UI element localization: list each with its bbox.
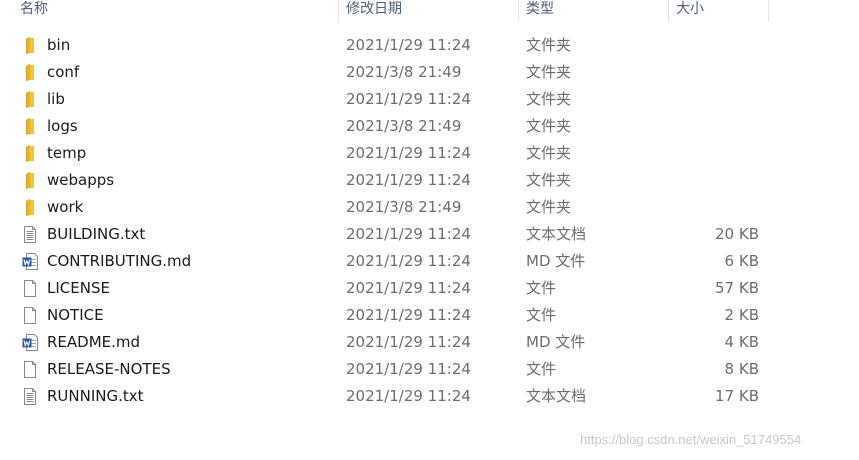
file-row[interactable]: NOTICE 2021/1/29 11:24 文件 2 KB (0, 302, 800, 329)
file-row[interactable]: bin 2021/1/29 11:24 文件夹 (0, 32, 800, 59)
file-date: 2021/3/8 21:49 (346, 117, 462, 135)
file-date: 2021/1/29 11:24 (346, 306, 471, 324)
file-date: 2021/1/29 11:24 (346, 36, 471, 54)
file-date: 2021/1/29 11:24 (346, 360, 471, 378)
blank-file-icon (22, 360, 38, 379)
watermark: https://blog.csdn.net/weixin_51749554 (580, 432, 802, 447)
file-date: 2021/1/29 11:24 (346, 333, 471, 351)
file-row[interactable]: lib 2021/1/29 11:24 文件夹 (0, 86, 800, 113)
file-type: 文件夹 (526, 117, 572, 135)
file-date: 2021/1/29 11:24 (346, 90, 471, 108)
column-header-size[interactable]: 大小 (676, 0, 704, 22)
file-type: 文件夹 (526, 144, 572, 162)
blank-file-icon (22, 306, 38, 325)
word-document-icon (22, 252, 38, 271)
file-type: 文件夹 (526, 36, 572, 54)
column-divider[interactable] (668, 0, 669, 22)
file-date: 2021/1/29 11:24 (346, 252, 471, 270)
file-row[interactable]: RUNNING.txt 2021/1/29 11:24 文本文档 17 KB (0, 383, 800, 410)
text-file-icon (22, 225, 38, 244)
file-name: lib (47, 90, 65, 108)
file-date: 2021/1/29 11:24 (346, 387, 471, 405)
column-header-date[interactable]: 修改日期 (346, 0, 402, 22)
file-size: 17 KB (715, 387, 759, 405)
file-row[interactable]: webapps 2021/1/29 11:24 文件夹 (0, 167, 800, 194)
file-date: 2021/1/29 11:24 (346, 279, 471, 297)
file-name: work (47, 198, 84, 216)
folder-icon (22, 171, 38, 190)
file-size: 6 KB (724, 252, 759, 270)
file-size: 20 KB (715, 225, 759, 243)
column-header-bar: 名称 修改日期 类型 大小 (0, 0, 859, 22)
file-date: 2021/1/29 11:24 (346, 225, 471, 243)
file-type: 文本文档 (526, 387, 587, 405)
file-size: 8 KB (724, 360, 759, 378)
folder-icon (22, 198, 38, 217)
file-name: logs (47, 117, 78, 135)
column-divider[interactable] (338, 0, 339, 22)
file-size (640, 140, 759, 167)
file-name: temp (47, 144, 87, 162)
file-size (640, 194, 759, 221)
file-size (640, 59, 759, 86)
file-row[interactable]: BUILDING.txt 2021/1/29 11:24 文本文档 20 KB (0, 221, 800, 248)
file-row[interactable]: work 2021/3/8 21:49 文件夹 (0, 194, 800, 221)
column-header-type[interactable]: 类型 (526, 0, 554, 22)
file-name: conf (47, 63, 80, 81)
file-row[interactable]: temp 2021/1/29 11:24 文件夹 (0, 140, 800, 167)
file-size (640, 86, 759, 113)
file-date: 2021/1/29 11:24 (346, 144, 471, 162)
file-type: MD 文件 (526, 333, 586, 351)
file-type: 文件夹 (526, 171, 572, 189)
file-type: 文件 (526, 306, 557, 324)
word-document-icon (22, 333, 38, 352)
text-file-icon (22, 387, 38, 406)
file-row[interactable]: conf 2021/3/8 21:49 文件夹 (0, 59, 800, 86)
file-type: 文件夹 (526, 90, 572, 108)
file-row[interactable]: RELEASE-NOTES 2021/1/29 11:24 文件 8 KB (0, 356, 800, 383)
column-divider[interactable] (768, 0, 769, 22)
file-size: 4 KB (724, 333, 759, 351)
file-type: 文件夹 (526, 63, 572, 81)
file-name: CONTRIBUTING.md (47, 252, 192, 270)
file-type: MD 文件 (526, 252, 586, 270)
file-date: 2021/3/8 21:49 (346, 198, 462, 216)
file-name: README.md (47, 333, 141, 351)
folder-icon (22, 90, 38, 109)
file-row[interactable]: README.md 2021/1/29 11:24 MD 文件 4 KB (0, 329, 800, 356)
column-header-name[interactable]: 名称 (20, 0, 48, 22)
file-row[interactable]: LICENSE 2021/1/29 11:24 文件 57 KB (0, 275, 800, 302)
file-row[interactable]: logs 2021/3/8 21:49 文件夹 (0, 113, 800, 140)
file-name: webapps (47, 171, 115, 189)
file-row[interactable]: CONTRIBUTING.md 2021/1/29 11:24 MD 文件 6 … (0, 248, 800, 275)
folder-icon (22, 144, 38, 163)
file-type: 文件 (526, 360, 557, 378)
folder-icon (22, 63, 38, 82)
file-name: RUNNING.txt (47, 387, 144, 405)
file-date: 2021/1/29 11:24 (346, 171, 471, 189)
file-type: 文本文档 (526, 225, 587, 243)
file-size (640, 167, 759, 194)
file-name: LICENSE (47, 279, 110, 297)
file-type: 文件 (526, 279, 557, 297)
file-size: 57 KB (715, 279, 759, 297)
file-size: 2 KB (724, 306, 759, 324)
file-name: RELEASE-NOTES (47, 360, 171, 378)
file-date: 2021/3/8 21:49 (346, 63, 462, 81)
blank-file-icon (22, 279, 38, 298)
file-name: bin (47, 36, 71, 54)
file-name: NOTICE (47, 306, 104, 324)
folder-icon (22, 36, 38, 55)
file-name: BUILDING.txt (47, 225, 146, 243)
file-size (640, 32, 759, 59)
folder-icon (22, 117, 38, 136)
file-type: 文件夹 (526, 198, 572, 216)
column-divider[interactable] (518, 0, 519, 22)
file-size (640, 113, 759, 140)
